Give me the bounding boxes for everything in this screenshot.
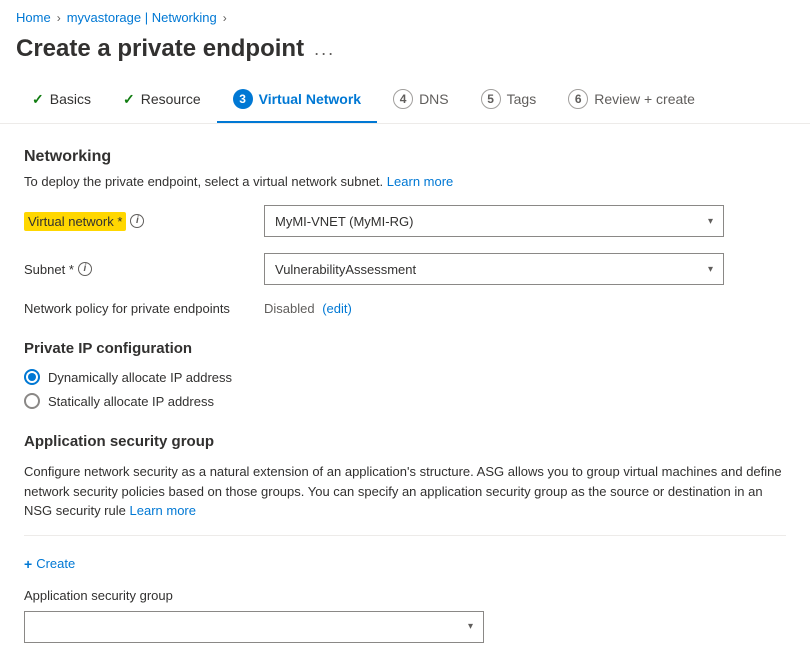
virtual-network-dropdown-arrow: ▾ <box>708 216 713 227</box>
step-label-review: Review + create <box>594 91 695 107</box>
network-policy-label: Network policy for private endpoints <box>24 301 264 316</box>
check-icon-resource: ✓ <box>123 91 135 108</box>
breadcrumb-storage[interactable]: myvastorage | Networking <box>67 10 217 25</box>
check-icon-basics: ✓ <box>32 91 44 108</box>
breadcrumb-sep2: › <box>223 11 227 25</box>
asg-dropdown-arrow: ▾ <box>468 621 473 632</box>
virtual-network-info-icon[interactable]: i <box>130 214 144 228</box>
network-policy-row: Network policy for private endpoints Dis… <box>24 301 786 316</box>
step-label-basics: Basics <box>50 91 91 107</box>
wizard-step-tags[interactable]: 5 Tags <box>465 79 553 123</box>
page-title-row: Create a private endpoint ... <box>0 31 810 79</box>
radio-static[interactable]: Statically allocate IP address <box>24 393 786 409</box>
networking-learn-more-link[interactable]: Learn more <box>387 174 453 189</box>
wizard-step-review[interactable]: 6 Review + create <box>552 79 711 123</box>
main-content: Networking To deploy the private endpoin… <box>0 124 810 667</box>
subnet-dropdown-arrow: ▾ <box>708 264 713 275</box>
subnet-row: Subnet * i VulnerabilityAssessment ▾ <box>24 253 786 285</box>
wizard-step-virtual-network[interactable]: 3 Virtual Network <box>217 79 377 123</box>
subnet-label-text: Subnet * <box>24 262 74 277</box>
radio-static-input[interactable] <box>24 393 40 409</box>
wizard-step-resource[interactable]: ✓ Resource <box>107 81 217 122</box>
breadcrumb-sep1: › <box>57 11 61 25</box>
step-circle-virtual-network: 3 <box>233 89 253 109</box>
breadcrumb: Home › myvastorage | Networking › <box>0 0 810 31</box>
step-label-virtual-network: Virtual Network <box>259 91 361 107</box>
virtual-network-label: Virtual network * i <box>24 212 264 231</box>
subnet-value: VulnerabilityAssessment <box>275 262 416 277</box>
step-label-tags: Tags <box>507 91 537 107</box>
breadcrumb-home[interactable]: Home <box>16 10 51 25</box>
page-menu-icon[interactable]: ... <box>314 39 335 60</box>
virtual-network-label-text: Virtual network * <box>24 212 126 231</box>
network-policy-status: Disabled <box>264 301 315 316</box>
wizard-step-basics[interactable]: ✓ Basics <box>16 81 107 122</box>
step-label-resource: Resource <box>141 91 201 107</box>
virtual-network-row: Virtual network * i MyMI-VNET (MyMI-RG) … <box>24 205 786 237</box>
asg-dropdown[interactable]: ▾ <box>24 611 484 643</box>
page-title: Create a private endpoint <box>16 35 304 63</box>
virtual-network-value: MyMI-VNET (MyMI-RG) <box>275 214 413 229</box>
radio-dynamic[interactable]: Dynamically allocate IP address <box>24 369 786 385</box>
radio-static-label: Statically allocate IP address <box>48 394 214 409</box>
subnet-control: VulnerabilityAssessment ▾ <box>264 253 724 285</box>
step-circle-dns: 4 <box>393 89 413 109</box>
radio-dynamic-input[interactable] <box>24 369 40 385</box>
networking-description: To deploy the private endpoint, select a… <box>24 174 786 189</box>
virtual-network-dropdown[interactable]: MyMI-VNET (MyMI-RG) ▾ <box>264 205 724 237</box>
plus-icon: + <box>24 556 32 572</box>
step-circle-review: 6 <box>568 89 588 109</box>
subnet-dropdown[interactable]: VulnerabilityAssessment ▾ <box>264 253 724 285</box>
step-label-dns: DNS <box>419 91 449 107</box>
network-policy-value: Disabled (edit) <box>264 301 352 316</box>
subnet-label: Subnet * i <box>24 262 264 277</box>
asg-title: Application security group <box>24 433 786 450</box>
private-ip-radio-group: Dynamically allocate IP address Statical… <box>24 369 786 409</box>
networking-section-title: Networking <box>24 148 786 166</box>
asg-dropdown-label: Application security group <box>24 588 786 603</box>
wizard-nav: ✓ Basics ✓ Resource 3 Virtual Network 4 … <box>0 79 810 124</box>
radio-dynamic-label: Dynamically allocate IP address <box>48 370 232 385</box>
asg-learn-more-link[interactable]: Learn more <box>130 503 196 518</box>
network-policy-edit-link[interactable]: (edit) <box>322 301 352 316</box>
asg-divider <box>24 535 786 536</box>
virtual-network-control: MyMI-VNET (MyMI-RG) ▾ <box>264 205 724 237</box>
private-ip-title: Private IP configuration <box>24 340 786 357</box>
asg-dropdown-wrapper: ▾ <box>24 611 484 643</box>
asg-create-label: Create <box>36 556 75 571</box>
asg-create-button[interactable]: + Create <box>24 556 75 572</box>
subnet-info-icon[interactable]: i <box>78 262 92 276</box>
asg-description: Configure network security as a natural … <box>24 462 786 521</box>
step-circle-tags: 5 <box>481 89 501 109</box>
networking-description-text: To deploy the private endpoint, select a… <box>24 174 383 189</box>
wizard-step-dns[interactable]: 4 DNS <box>377 79 465 123</box>
